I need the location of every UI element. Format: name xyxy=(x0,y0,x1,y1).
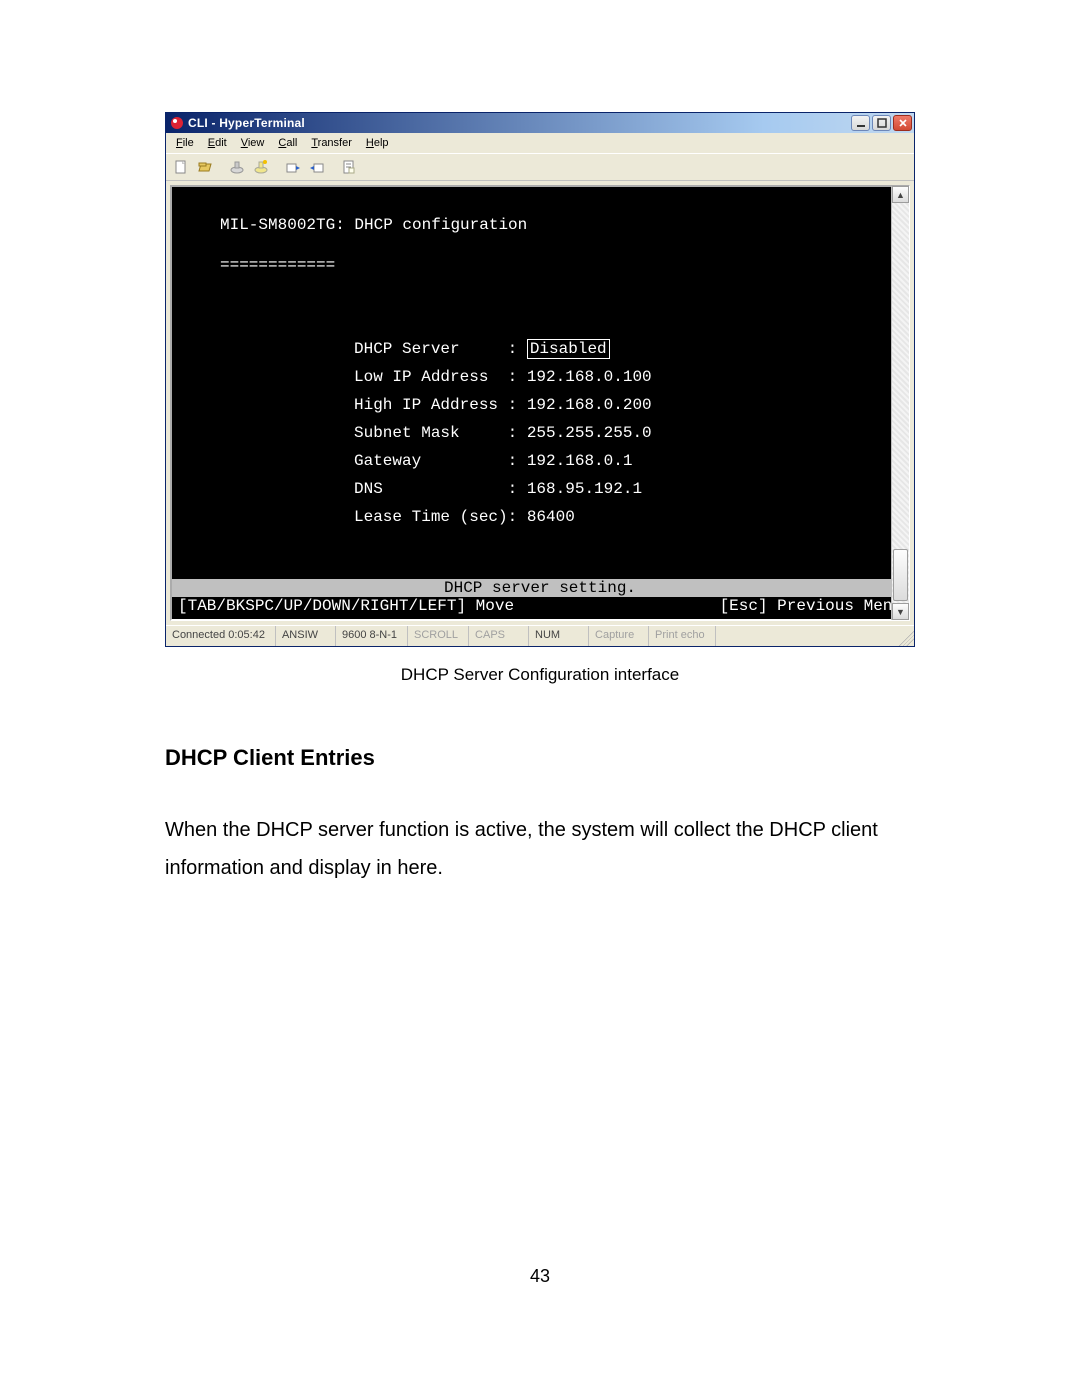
config-value[interactable]: 168.95.192.1 xyxy=(527,475,652,503)
config-row[interactable]: Subnet Mask : 255.255.255.0 xyxy=(354,419,652,447)
hyperterminal-window: CLI - HyperTerminal File Edit View Call … xyxy=(165,112,915,647)
config-value[interactable]: Disabled xyxy=(527,335,652,363)
config-value[interactable]: 86400 xyxy=(527,503,652,531)
config-row[interactable]: Lease Time (sec):86400 xyxy=(354,503,652,531)
app-icon xyxy=(170,116,184,130)
config-label: DHCP Server xyxy=(354,335,508,363)
config-sep: : xyxy=(508,503,527,531)
status-bar: Connected 0:05:42 ANSIW 9600 8-N-1 SCROL… xyxy=(166,625,914,646)
figure-caption: DHCP Server Configuration interface xyxy=(0,665,1080,685)
nav-hint-right: [Esc] Previous Menu xyxy=(720,597,902,615)
open-icon[interactable] xyxy=(194,157,216,177)
menu-bar: File Edit View Call Transfer Help xyxy=(166,133,914,154)
maximize-button[interactable] xyxy=(872,115,891,131)
config-sep: : xyxy=(508,447,527,475)
terminal-header: MIL-SM8002TG: DHCP configuration xyxy=(220,215,884,235)
config-value[interactable]: 192.168.0.100 xyxy=(527,363,652,391)
section-heading: DHCP Client Entries xyxy=(165,745,915,771)
config-value[interactable]: 192.168.0.1 xyxy=(527,447,652,475)
config-label: Lease Time (sec) xyxy=(354,503,508,531)
page-number: 43 xyxy=(0,1266,1080,1287)
config-label: Gateway xyxy=(354,447,508,475)
menu-transfer[interactable]: Transfer xyxy=(305,135,360,151)
toolbar xyxy=(166,154,914,181)
selected-value[interactable]: Disabled xyxy=(527,339,610,359)
status-connected: Connected 0:05:42 xyxy=(166,626,276,646)
client-area: MIL-SM8002TG: DHCP configuration =======… xyxy=(166,181,914,625)
close-button[interactable] xyxy=(893,115,912,131)
scroll-up-icon[interactable]: ▲ xyxy=(892,186,909,203)
status-caps: CAPS xyxy=(469,626,529,646)
config-row[interactable]: DHCP Server : Disabled xyxy=(354,335,652,363)
section-bar: DHCP server setting. xyxy=(172,579,908,597)
config-row[interactable]: Gateway : 192.168.0.1 xyxy=(354,447,652,475)
menu-edit[interactable]: Edit xyxy=(202,135,235,151)
scroll-thumb[interactable] xyxy=(893,549,908,601)
status-printecho: Print echo xyxy=(649,626,716,646)
minimize-button[interactable] xyxy=(851,115,870,131)
config-label: Subnet Mask xyxy=(354,419,508,447)
config-label: DNS xyxy=(354,475,508,503)
menu-help[interactable]: Help xyxy=(360,135,397,151)
body-paragraph: When the DHCP server function is active,… xyxy=(165,811,915,887)
config-row[interactable]: High IP Address: 192.168.0.200 xyxy=(354,391,652,419)
send-icon[interactable] xyxy=(282,157,304,177)
connect-icon[interactable] xyxy=(226,157,248,177)
config-label: Low IP Address xyxy=(354,363,508,391)
terminal-hr: ============ xyxy=(220,255,884,275)
config-label: High IP Address xyxy=(354,391,508,419)
status-emulation: ANSIW xyxy=(276,626,336,646)
receive-icon[interactable] xyxy=(306,157,328,177)
config-table: DHCP Server : DisabledLow IP Address : 1… xyxy=(354,335,652,531)
config-sep: : xyxy=(508,475,527,503)
window-title: CLI - HyperTerminal xyxy=(188,116,851,130)
title-bar: CLI - HyperTerminal xyxy=(166,113,914,133)
status-num: NUM xyxy=(529,626,589,646)
vertical-scrollbar[interactable]: ▲ ▼ xyxy=(891,186,909,620)
properties-icon[interactable] xyxy=(338,157,360,177)
menu-file[interactable]: File xyxy=(170,135,202,151)
scroll-down-icon[interactable]: ▼ xyxy=(892,603,909,620)
terminal[interactable]: MIL-SM8002TG: DHCP configuration =======… xyxy=(170,185,910,621)
scroll-track[interactable] xyxy=(892,203,909,603)
nav-hint-left: [TAB/BKSPC/UP/DOWN/RIGHT/LEFT] Move xyxy=(178,597,514,615)
status-port: 9600 8-N-1 xyxy=(336,626,408,646)
status-scroll: SCROLL xyxy=(408,626,469,646)
config-row[interactable]: Low IP Address : 192.168.0.100 xyxy=(354,363,652,391)
config-sep: : xyxy=(508,335,527,363)
menu-call[interactable]: Call xyxy=(272,135,305,151)
status-capture: Capture xyxy=(589,626,649,646)
new-icon[interactable] xyxy=(170,157,192,177)
resize-grip-icon[interactable] xyxy=(896,626,914,646)
menu-view[interactable]: View xyxy=(235,135,273,151)
config-sep: : xyxy=(508,419,527,447)
disconnect-icon[interactable] xyxy=(250,157,272,177)
config-sep: : xyxy=(508,391,527,419)
config-value[interactable]: 192.168.0.200 xyxy=(527,391,652,419)
config-value[interactable]: 255.255.255.0 xyxy=(527,419,652,447)
config-sep: : xyxy=(508,363,527,391)
config-row[interactable]: DNS : 168.95.192.1 xyxy=(354,475,652,503)
nav-hint: [TAB/BKSPC/UP/DOWN/RIGHT/LEFT] Move [Esc… xyxy=(172,597,908,619)
